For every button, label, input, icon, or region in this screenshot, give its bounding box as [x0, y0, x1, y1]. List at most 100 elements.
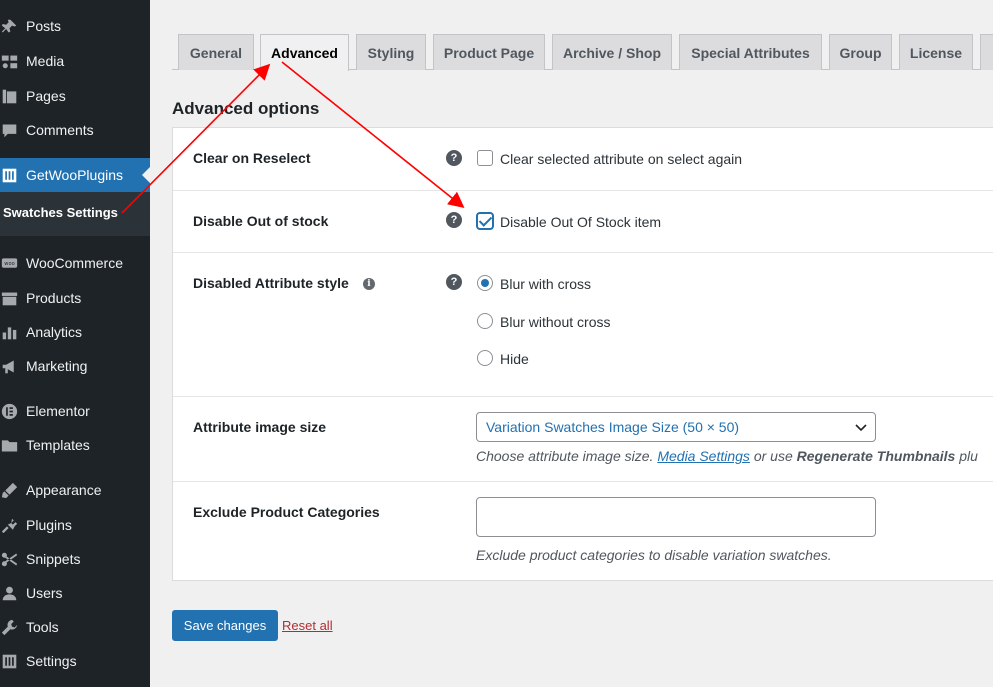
clear-on-reselect-checkbox[interactable] — [477, 150, 493, 166]
chevron-down-icon — [855, 424, 867, 432]
menu-label: Elementor — [26, 403, 90, 419]
media-settings-link[interactable]: Media Settings — [657, 448, 750, 464]
reset-all-link[interactable]: Reset all — [282, 618, 333, 633]
radio-blur-without-cross[interactable] — [477, 313, 493, 329]
label-exclude-product-categories: Exclude Product Categories — [193, 504, 380, 520]
menu-item-elementor[interactable]: Elementor — [0, 394, 150, 428]
clear-on-reselect-option-label: Clear selected attribute on select again — [500, 151, 743, 167]
row-divider — [173, 396, 993, 397]
exclude-categories-input[interactable] — [476, 497, 876, 537]
label-attribute-image-size: Attribute image size — [193, 419, 327, 435]
radio-hide[interactable] — [477, 350, 493, 366]
attribute-image-size-select[interactable]: Variation Swatches Image Size (50 × 50) — [476, 412, 876, 442]
tab-special-attributes[interactable]: Special Attributes — [679, 34, 822, 70]
menu-label: Appearance — [26, 482, 102, 498]
menu-label: Templates — [26, 437, 90, 453]
menu-label: WooCommerce — [26, 255, 123, 271]
tab-group[interactable]: Group — [829, 34, 892, 70]
submenu-item-swatches-settings[interactable]: Swatches Settings — [3, 205, 118, 220]
select-value: Variation Swatches Image Size (50 × 50) — [486, 419, 740, 435]
regenerate-thumbnails-text: Regenerate Thumbnails — [796, 448, 956, 464]
pin-icon — [0, 17, 18, 35]
menu-label: GetWooPlugins — [26, 167, 124, 183]
help-icon[interactable]: ? — [446, 212, 462, 228]
settings-panel: Clear on Reselect ? Clear selected attri… — [172, 127, 993, 581]
menu-label: Analytics — [26, 324, 83, 340]
menu-item-snippets[interactable]: Snippets — [0, 542, 150, 576]
menu-item-tools[interactable]: Tools — [0, 610, 150, 644]
comment-icon — [0, 121, 18, 139]
row-divider — [173, 190, 993, 191]
tab-license[interactable]: License — [899, 34, 973, 70]
menu-item-settings[interactable]: Settings — [0, 644, 150, 678]
folder-icon — [0, 436, 18, 454]
tab-archive-shop[interactable]: Archive / Shop — [552, 34, 672, 70]
menu-item-plugins[interactable]: Plugins — [0, 508, 150, 542]
tab-product-page[interactable]: Product Page — [433, 34, 545, 70]
plug-icon — [0, 516, 18, 534]
megaphone-icon — [0, 357, 18, 375]
submenu: Swatches Settings — [0, 192, 150, 236]
menu-label: Plugins — [26, 517, 72, 533]
section-title: Advanced options — [172, 99, 320, 118]
menu-item-woocommerce[interactable]: woo WooCommerce — [0, 246, 150, 280]
menu-label: Snippets — [26, 551, 81, 567]
settings-sliders-icon — [0, 652, 18, 670]
menu-item-users[interactable]: Users — [0, 576, 150, 610]
radio-label: Blur without cross — [500, 314, 611, 330]
tab-styling[interactable]: Styling — [356, 34, 426, 70]
menu-item-media[interactable]: Media — [0, 44, 150, 78]
save-changes-button[interactable]: Save changes — [172, 610, 278, 641]
menu-item-getwooplugins[interactable]: GetWooPlugins — [0, 158, 150, 192]
user-icon — [0, 584, 18, 602]
desc-text: plu — [959, 448, 978, 464]
label-disabled-attribute-style: Disabled Attribute style — [193, 275, 349, 291]
radio-label: Blur with cross — [500, 276, 592, 292]
desc-text: Choose attribute image size. — [476, 448, 654, 464]
label-disable-out-of-stock: Disable Out of stock — [193, 213, 329, 229]
tab-more[interactable] — [980, 34, 993, 70]
woo-icon: woo — [0, 254, 18, 272]
scissors-icon — [0, 550, 18, 568]
tab-advanced[interactable]: Advanced — [260, 34, 349, 71]
label-clear-on-reselect: Clear on Reselect — [193, 150, 311, 166]
brush-icon — [0, 481, 18, 499]
menu-label: Posts — [26, 18, 62, 34]
menu-item-posts[interactable]: Posts — [0, 9, 150, 43]
row-divider — [173, 481, 993, 482]
tab-general[interactable]: General — [178, 34, 254, 70]
menu-label: Marketing — [26, 358, 88, 374]
radio-label: Hide — [500, 351, 529, 367]
archive-icon — [0, 289, 18, 307]
help-icon[interactable]: ? — [446, 150, 462, 166]
menu-item-pages[interactable]: Pages — [0, 79, 150, 113]
menu-label: Pages — [26, 88, 66, 104]
menu-label: Settings — [26, 653, 77, 669]
chart-icon — [0, 323, 18, 341]
radio-blur-with-cross[interactable] — [477, 275, 493, 291]
disable-out-of-stock-checkbox[interactable] — [477, 213, 493, 229]
svg-text:woo: woo — [4, 261, 14, 267]
info-icon[interactable]: i — [363, 278, 375, 290]
row-divider — [173, 252, 993, 253]
menu-item-comments[interactable]: Comments — [0, 113, 150, 147]
media-icon — [0, 52, 18, 70]
menu-item-analytics[interactable]: Analytics — [0, 315, 150, 349]
menu-item-templates[interactable]: Templates — [0, 428, 150, 462]
desc-text: or use — [753, 448, 793, 464]
menu-label: Media — [26, 53, 65, 69]
menu-label: Products — [26, 290, 82, 306]
menu-item-appearance[interactable]: Appearance — [0, 473, 150, 507]
menu-label: Comments — [26, 122, 94, 138]
menu-label: Tools — [26, 619, 59, 635]
wrench-icon — [0, 618, 18, 636]
menu-item-products[interactable]: Products — [0, 281, 150, 315]
sliders-icon — [0, 166, 18, 184]
menu-item-marketing[interactable]: Marketing — [0, 349, 150, 383]
elementor-icon — [0, 402, 18, 420]
attribute-image-size-description: Choose attribute image size. Media Setti… — [476, 448, 978, 464]
disable-out-of-stock-option-label: Disable Out Of Stock item — [500, 214, 662, 230]
menu-label: Users — [26, 585, 63, 601]
help-icon[interactable]: ? — [446, 274, 462, 290]
pages-icon — [0, 87, 18, 105]
